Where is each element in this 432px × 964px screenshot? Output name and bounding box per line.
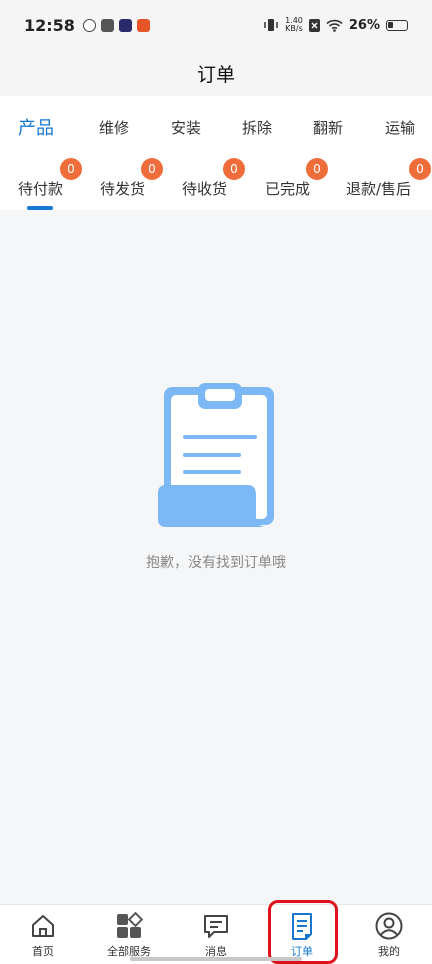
battery-level	[388, 21, 394, 28]
tab-pending-payment[interactable]: 待付款 0	[18, 158, 82, 199]
home-icon	[32, 915, 54, 937]
app-notification-icon	[136, 18, 150, 32]
tab-pending-shipment[interactable]: 待发货 0	[100, 158, 163, 199]
tab-label: 待发货	[100, 180, 146, 198]
tab-label: 待付款	[18, 180, 64, 198]
tab-pending-receipt[interactable]: 待收货 0	[182, 158, 245, 199]
notification-icons	[82, 18, 150, 32]
count-badge: 0	[141, 158, 163, 180]
nav-label: 首页	[32, 945, 54, 958]
active-tab-indicator	[27, 206, 53, 210]
category-tabs: 产品 维修 安装 拆除 翻新 运输	[0, 96, 432, 158]
tab-label: 退款/售后	[346, 180, 412, 198]
empty-order-clipboard-icon	[158, 383, 274, 527]
count-badge: 0	[409, 158, 431, 180]
page-title: 订单	[0, 50, 432, 96]
count-badge: 0	[60, 158, 82, 180]
tab-label: 已完成	[265, 180, 311, 198]
app-notification-icon	[118, 18, 132, 32]
tab-remove[interactable]: 拆除	[242, 117, 272, 138]
vibrate-icon	[264, 19, 278, 31]
battery-icon	[386, 19, 408, 31]
tab-label: 待收货	[182, 180, 228, 198]
status-bar: 12:58 1.40 KB/s 26%	[0, 0, 432, 50]
home-indicator	[130, 957, 302, 961]
nav-all-services[interactable]: 全部服务	[86, 905, 172, 964]
no-sim-icon	[308, 18, 320, 32]
message-icon	[204, 915, 228, 938]
order-status-tabs: 待付款 0 待发货 0 待收货 0 已完成 0 退款/售后 0	[0, 158, 432, 210]
nav-profile[interactable]: 我的	[346, 905, 432, 964]
count-badge: 0	[306, 158, 328, 180]
clock: 12:58	[24, 15, 75, 35]
tab-renovate[interactable]: 翻新	[313, 117, 343, 138]
network-speed: 1.40 KB/s	[285, 16, 303, 33]
tab-completed[interactable]: 已完成 0	[265, 158, 328, 199]
profile-icon	[375, 912, 403, 940]
app-notification-icon	[82, 18, 96, 32]
app-notification-icon	[100, 18, 114, 32]
tab-install[interactable]: 安装	[171, 117, 201, 138]
battery-percent: 26%	[348, 17, 380, 33]
bottom-nav: 首页 全部服务 消息 订单 我的	[0, 904, 432, 964]
selected-tab-highlight	[268, 900, 338, 964]
tab-transport[interactable]: 运输	[385, 117, 415, 138]
nav-label: 我的	[378, 945, 400, 958]
tab-product[interactable]: 产品	[18, 114, 54, 140]
nav-messages[interactable]: 消息	[173, 905, 259, 964]
count-badge: 0	[223, 158, 245, 180]
nav-home[interactable]: 首页	[0, 905, 86, 964]
wifi-icon	[326, 19, 343, 32]
tab-refund-aftersale[interactable]: 退款/售后 0	[346, 158, 431, 199]
grid-icon	[117, 912, 143, 938]
empty-state-message: 抱歉，没有找到订单哦	[146, 555, 286, 571]
page-title-text: 订单	[196, 63, 235, 86]
tab-repair[interactable]: 维修	[99, 117, 129, 138]
